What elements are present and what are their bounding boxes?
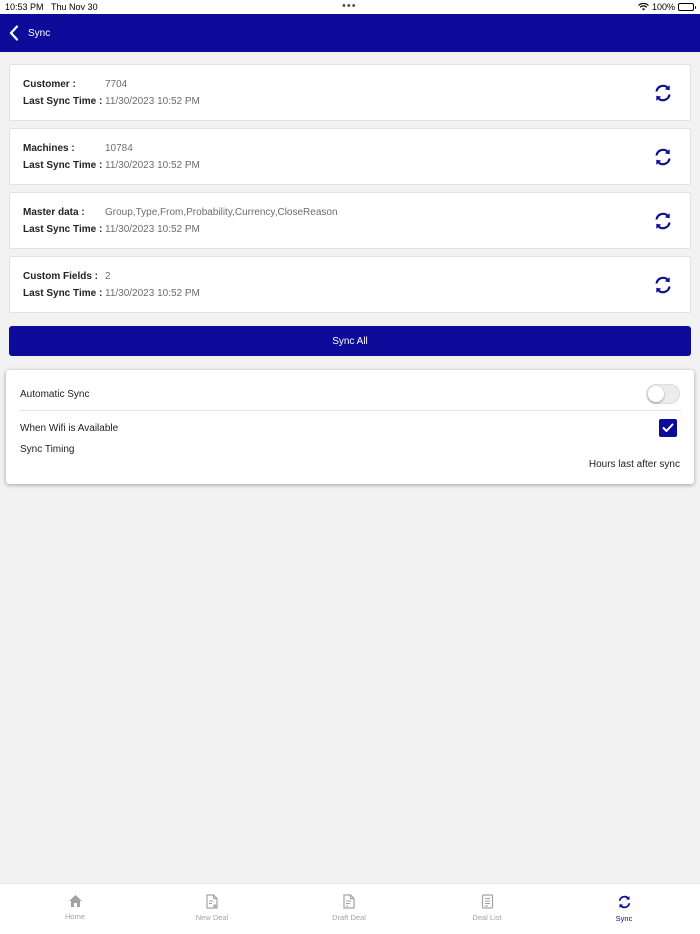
- tab-label: New Deal: [195, 913, 229, 922]
- sync-all-button[interactable]: Sync All: [9, 326, 691, 356]
- last-sync-label: Last Sync Time :: [23, 224, 103, 235]
- divider: [19, 410, 681, 411]
- sync-item-button[interactable]: [652, 210, 674, 232]
- tab-new-deal[interactable]: New Deal: [167, 894, 257, 922]
- sync-item-value: Group,Type,From,Probability,Currency,Clo…: [105, 207, 338, 218]
- wifi-sync-label: When Wifi is Available: [20, 423, 119, 434]
- chevron-left-icon: [9, 25, 19, 41]
- sync-count-row: Customer : 7704: [23, 79, 127, 90]
- last-sync-label: Last Sync Time :: [23, 96, 103, 107]
- home-icon: [68, 895, 82, 907]
- page-title: Sync: [28, 27, 51, 39]
- status-right: 100%: [638, 2, 696, 12]
- last-sync-label: Last Sync Time :: [23, 160, 103, 171]
- sync-item-button[interactable]: [652, 274, 674, 296]
- new-document-icon: [206, 894, 218, 909]
- status-date: Thu Nov 30: [51, 2, 98, 12]
- tab-bar: Home New Deal Draft Deal Deal List Sync: [0, 883, 700, 934]
- sync-item-value: 7704: [105, 79, 128, 90]
- automatic-sync-toggle[interactable]: [646, 384, 680, 404]
- toggle-knob: [648, 386, 664, 402]
- tab-deal-list[interactable]: Deal List: [442, 894, 532, 922]
- last-sync-time: 11/30/2023 10:52 PM: [105, 224, 200, 235]
- sync-item-label: Master data :: [23, 207, 85, 218]
- last-sync-time: 11/30/2023 10:52 PM: [105, 160, 200, 171]
- status-time: 10:53 PM Thu Nov 30: [5, 2, 98, 12]
- last-sync-row: Last Sync Time :11/30/2023 10:52 PM: [23, 224, 200, 235]
- last-sync-time: 11/30/2023 10:52 PM: [105, 96, 200, 107]
- sync-icon: [655, 212, 671, 230]
- tab-sync[interactable]: Sync: [579, 894, 669, 923]
- last-sync-row: Last Sync Time :11/30/2023 10:52 PM: [23, 160, 200, 171]
- status-bar: 10:53 PM Thu Nov 30 ••• 100%: [0, 0, 700, 14]
- sync-count-row: Machines : 10784: [23, 143, 133, 154]
- tab-home[interactable]: Home: [30, 894, 120, 921]
- sync-item-label: Customer :: [23, 79, 76, 90]
- battery-icon: [678, 3, 696, 11]
- sync-icon: [655, 148, 671, 166]
- sync-icon: [655, 84, 671, 102]
- sync-item-value: 10784: [105, 143, 133, 154]
- last-sync-row: Last Sync Time :11/30/2023 10:52 PM: [23, 288, 200, 299]
- sync-card: Customer :7704 Last Sync Time :11/30/2023…: [9, 64, 691, 121]
- last-sync-row: Last Sync Time :11/30/2023 10:52 PM: [23, 96, 200, 107]
- checkmark-icon: [662, 423, 674, 432]
- sync-card: Master data : Group,Type,From,Probability…: [9, 192, 691, 249]
- list-document-icon: [481, 894, 493, 909]
- last-sync-label: Last Sync Time :: [23, 288, 103, 299]
- wifi-sync-checkbox[interactable]: [659, 419, 677, 437]
- sync-card: Machines :10784 Last Sync Time :11/30/202…: [9, 128, 691, 185]
- tab-draft-deal[interactable]: Draft Deal: [304, 894, 394, 922]
- battery-percent: 100%: [651, 2, 675, 12]
- nav-bar: Sync: [0, 14, 700, 52]
- sync-count-row: Custom Fields : 2: [23, 271, 111, 282]
- tab-label: Sync: [615, 914, 633, 923]
- tab-label: Deal List: [472, 913, 502, 922]
- tab-label: Draft Deal: [332, 913, 366, 922]
- sync-card: Custom Fields :2 Last Sync Time :11/30/20…: [9, 256, 691, 313]
- last-sync-time: 11/30/2023 10:52 PM: [105, 288, 200, 299]
- sync-settings-panel: Automatic Sync When Wifi is Available Sy…: [6, 370, 694, 484]
- sync-item-button[interactable]: [652, 82, 674, 104]
- sync-item-label: Machines :: [23, 143, 75, 154]
- sync-item-label: Custom Fields :: [23, 271, 99, 282]
- wifi-icon: [638, 3, 649, 11]
- sync-timing-label: Sync Timing: [20, 444, 75, 455]
- sync-item-button[interactable]: [652, 146, 674, 168]
- multitasking-dots-icon[interactable]: •••: [342, 0, 357, 12]
- sync-item-value: 2: [105, 271, 111, 282]
- sync-icon: [618, 895, 630, 909]
- tab-label: Home: [64, 912, 85, 921]
- automatic-sync-label: Automatic Sync: [20, 389, 90, 400]
- back-button[interactable]: [2, 14, 26, 52]
- status-clock: 10:53 PM: [5, 2, 44, 12]
- draft-document-icon: [343, 894, 355, 909]
- sync-count-row: Master data : Group,Type,From,Probability…: [23, 207, 338, 218]
- sync-timing-value[interactable]: Hours last after sync: [589, 459, 680, 470]
- sync-icon: [655, 276, 671, 294]
